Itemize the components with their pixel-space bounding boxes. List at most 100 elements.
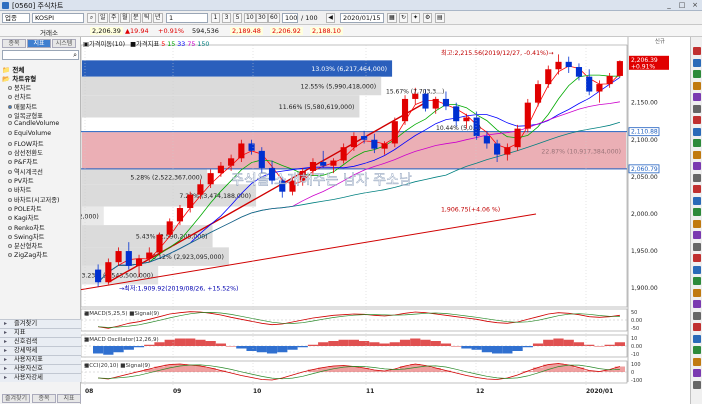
tool-icon[interactable] bbox=[693, 81, 701, 90]
sidebar-search-input[interactable]: ⌕ bbox=[2, 50, 79, 60]
tick-button[interactable]: 틱 bbox=[142, 13, 152, 23]
oscillator-bar bbox=[563, 339, 574, 346]
tool-icon[interactable] bbox=[693, 323, 701, 331]
cci-fill bbox=[144, 369, 155, 372]
section-strength[interactable]: 강세약세 bbox=[0, 346, 81, 355]
tool-icon[interactable] bbox=[693, 127, 701, 136]
calendar-icon[interactable]: ▦ bbox=[387, 13, 397, 23]
radio-icon bbox=[8, 113, 12, 118]
tool-icon[interactable] bbox=[693, 139, 701, 147]
section-user-strength[interactable]: 사용자강세 bbox=[0, 373, 81, 382]
bottom-tab-stocks[interactable]: 종목 bbox=[32, 394, 56, 403]
tool-icon[interactable] bbox=[693, 242, 701, 251]
tool-icon[interactable] bbox=[693, 196, 701, 205]
tool-icon[interactable] bbox=[693, 93, 701, 101]
tool-icon[interactable] bbox=[693, 380, 701, 389]
close-button[interactable]: × bbox=[690, 1, 700, 9]
chart-type-item[interactable]: 봉차트 bbox=[8, 83, 31, 92]
axis-top-label: 신규 bbox=[655, 37, 665, 45]
min3-button[interactable]: 3 bbox=[222, 13, 231, 23]
refresh-icon[interactable]: ↻ bbox=[399, 13, 409, 23]
settings-icon[interactable]: ⚙ bbox=[423, 13, 433, 23]
chart-type-item[interactable]: Renko차트 bbox=[8, 223, 45, 232]
chart-type-item[interactable]: 바차트 bbox=[8, 185, 31, 194]
section-signals[interactable]: 신호검색 bbox=[0, 337, 81, 346]
oscillator-bar bbox=[369, 342, 380, 346]
chart-type-item[interactable]: 매물차트 bbox=[8, 102, 37, 111]
tool-icon[interactable] bbox=[693, 219, 701, 228]
bottom-tab-indicators[interactable]: 지표 bbox=[57, 394, 81, 403]
chart-type-item[interactable]: 분산형차트 bbox=[8, 241, 43, 250]
chart-type-item[interactable]: EquiVolume bbox=[8, 130, 51, 137]
minute-button[interactable]: 분 bbox=[131, 13, 141, 23]
weekly-button[interactable]: 주 bbox=[109, 13, 119, 23]
tool-icon[interactable] bbox=[693, 47, 701, 55]
chart-type-item[interactable]: 삼선전환도 bbox=[8, 148, 43, 157]
search-button[interactable]: ⌕ bbox=[87, 13, 96, 23]
index-select[interactable]: KOSPI bbox=[32, 13, 84, 23]
tool-icon[interactable] bbox=[693, 357, 701, 366]
tab-system[interactable]: 시스템 bbox=[52, 39, 76, 48]
candle-body bbox=[125, 251, 132, 266]
chart-type-item[interactable]: POLE차트 bbox=[8, 204, 42, 213]
tool-icon[interactable] bbox=[693, 58, 701, 67]
monthly-button[interactable]: 월 bbox=[120, 13, 130, 23]
section-user-indicators[interactable]: 사용자지표 bbox=[0, 355, 81, 364]
tool-icon[interactable] bbox=[693, 162, 701, 170]
count-input[interactable]: 100 bbox=[282, 13, 298, 23]
tool-icon[interactable] bbox=[693, 265, 701, 274]
section-user-signals[interactable]: 사용자신호 bbox=[0, 364, 81, 373]
tool-icon[interactable] bbox=[693, 173, 701, 182]
tool-icon[interactable] bbox=[693, 311, 701, 320]
chart-type-item[interactable]: 선차트 bbox=[8, 92, 31, 101]
grid-icon[interactable]: ▤ bbox=[435, 13, 445, 23]
chart-type-item[interactable]: FLOW차트 bbox=[8, 139, 44, 148]
tool-icon[interactable] bbox=[693, 277, 701, 285]
folder-chart-types[interactable]: 📂 차트유형 bbox=[2, 73, 36, 83]
tool-icon[interactable] bbox=[693, 150, 701, 159]
prev-button[interactable]: ◀ bbox=[326, 13, 335, 23]
tool-icon[interactable] bbox=[693, 346, 701, 354]
tool-icon[interactable] bbox=[693, 254, 701, 262]
tool-icon[interactable] bbox=[693, 116, 701, 124]
tool-icon[interactable] bbox=[693, 208, 701, 216]
chart-type-item[interactable]: ZigZag차트 bbox=[8, 250, 48, 259]
section-indicators[interactable]: 지표 bbox=[0, 328, 81, 337]
min1-button[interactable]: 1 bbox=[211, 13, 220, 23]
chart-type-item[interactable]: Swing차트 bbox=[8, 232, 44, 241]
market-type-select[interactable]: 업종 bbox=[2, 13, 30, 23]
year-button[interactable]: 년 bbox=[153, 13, 163, 23]
tab-stocks[interactable]: 종목 bbox=[2, 39, 26, 48]
price-chart-svg[interactable]: 13.03% (6,217,464,000) 12.55% (5,990,418,… bbox=[33, 37, 690, 404]
chart-type-item[interactable]: P&F차트 bbox=[8, 157, 38, 166]
chart-type-item[interactable]: PV차트 bbox=[8, 176, 34, 185]
chart-area[interactable]: 13.03% (6,217,464,000) 12.55% (5,990,418,… bbox=[33, 37, 690, 404]
tool-icon[interactable] bbox=[693, 104, 701, 113]
tool-icon[interactable] bbox=[693, 288, 701, 297]
tool-icon[interactable] bbox=[693, 70, 701, 78]
pin-icon[interactable]: ✦ bbox=[411, 13, 421, 23]
oscillator-bar bbox=[164, 339, 175, 346]
chart-type-item[interactable]: CandleVolume bbox=[8, 120, 59, 127]
chart-type-item[interactable]: 역시계곡선 bbox=[8, 167, 43, 176]
min60-button[interactable]: 60 bbox=[268, 13, 280, 23]
tool-icon[interactable] bbox=[693, 300, 701, 308]
tool-icon[interactable] bbox=[693, 231, 701, 239]
section-favorites[interactable]: 즐겨찾기 bbox=[0, 319, 81, 328]
min30-button[interactable]: 30 bbox=[256, 13, 268, 23]
tool-icon[interactable] bbox=[693, 185, 701, 193]
minimize-button[interactable]: _ bbox=[664, 1, 674, 9]
min10-button[interactable]: 10 bbox=[244, 13, 256, 23]
bottom-tab-favorites[interactable]: 즐겨찾기 bbox=[2, 394, 30, 403]
daily-button[interactable]: 일 bbox=[98, 13, 108, 23]
minute-input[interactable]: 1 bbox=[166, 13, 208, 23]
maximize-button[interactable]: □ bbox=[677, 1, 687, 9]
chart-type-item[interactable]: Kagi차트 bbox=[8, 213, 39, 222]
tab-indicators[interactable]: 지표 bbox=[27, 39, 51, 48]
chart-type-item[interactable]: 바차트(시고저종) bbox=[8, 195, 59, 204]
min5-button[interactable]: 5 bbox=[233, 13, 242, 23]
tool-icon[interactable] bbox=[693, 369, 701, 377]
tool-icon[interactable] bbox=[693, 334, 701, 343]
date-input[interactable]: 2020/01/15 bbox=[340, 13, 384, 23]
chart-type-item[interactable]: 일목균형표 bbox=[8, 111, 43, 120]
